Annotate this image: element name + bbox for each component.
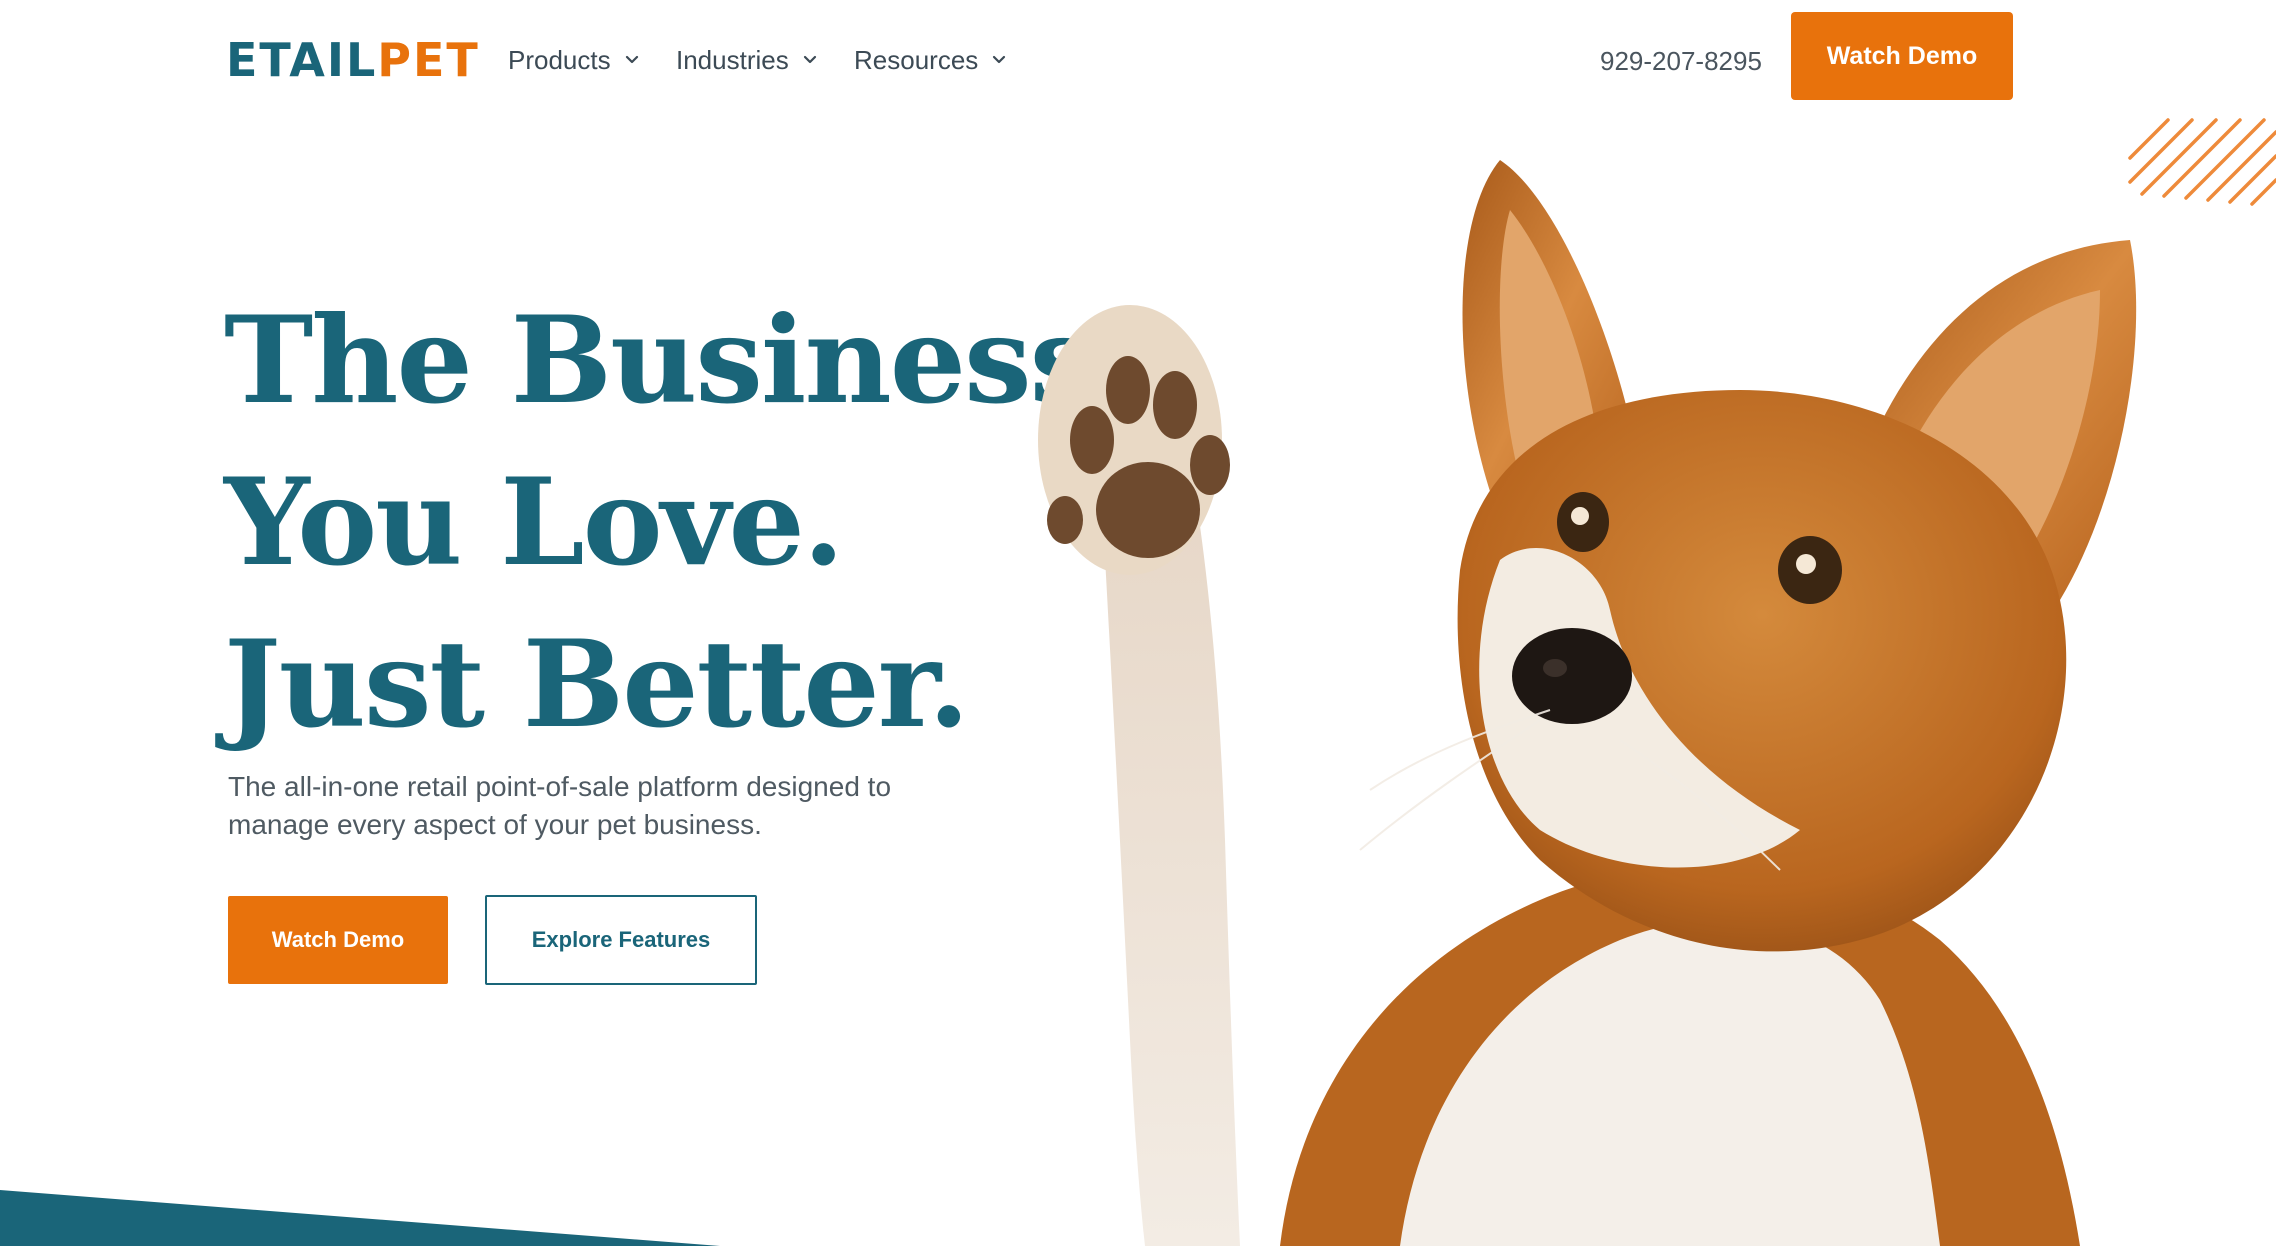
explore-features-button[interactable]: Explore Features [485, 895, 757, 985]
hero-watch-demo-button[interactable]: Watch Demo [228, 896, 448, 984]
top-navigation: ETAILPET Products Industries Resources 9… [0, 0, 2276, 120]
nav-item-label: Products [508, 45, 611, 75]
phone-link[interactable]: 929-207-8295 [1600, 44, 1762, 78]
chevron-down-icon [993, 55, 1006, 64]
hero-dog-image [1038, 160, 2137, 1246]
logo-text-etail: ETAIL [226, 33, 378, 87]
chevron-down-icon [803, 55, 816, 64]
chevron-down-icon [625, 55, 638, 64]
nav-item-resources[interactable]: Resources [854, 42, 1008, 78]
nav-item-label: Industries [676, 45, 789, 75]
hero-title-line: You Love. [224, 452, 845, 593]
nav-item-industries[interactable]: Industries [676, 42, 819, 78]
hero-subtitle: The all-in-one retail point-of-sale plat… [228, 771, 892, 840]
decorative-teal-band [0, 1190, 720, 1246]
logo-text-pet: PET [377, 33, 480, 87]
hero-title-line: Just Better. [224, 614, 970, 755]
hero-title-line: The Business [224, 290, 1097, 431]
nav-item-label: Resources [854, 45, 979, 75]
hero-title: The Business You Love. Just Better. [224, 280, 1097, 766]
etailpet-logo[interactable]: ETAILPET [226, 34, 480, 86]
nav-item-products[interactable]: Products [508, 42, 641, 78]
nav-watch-demo-button[interactable]: Watch Demo [1791, 12, 2013, 100]
